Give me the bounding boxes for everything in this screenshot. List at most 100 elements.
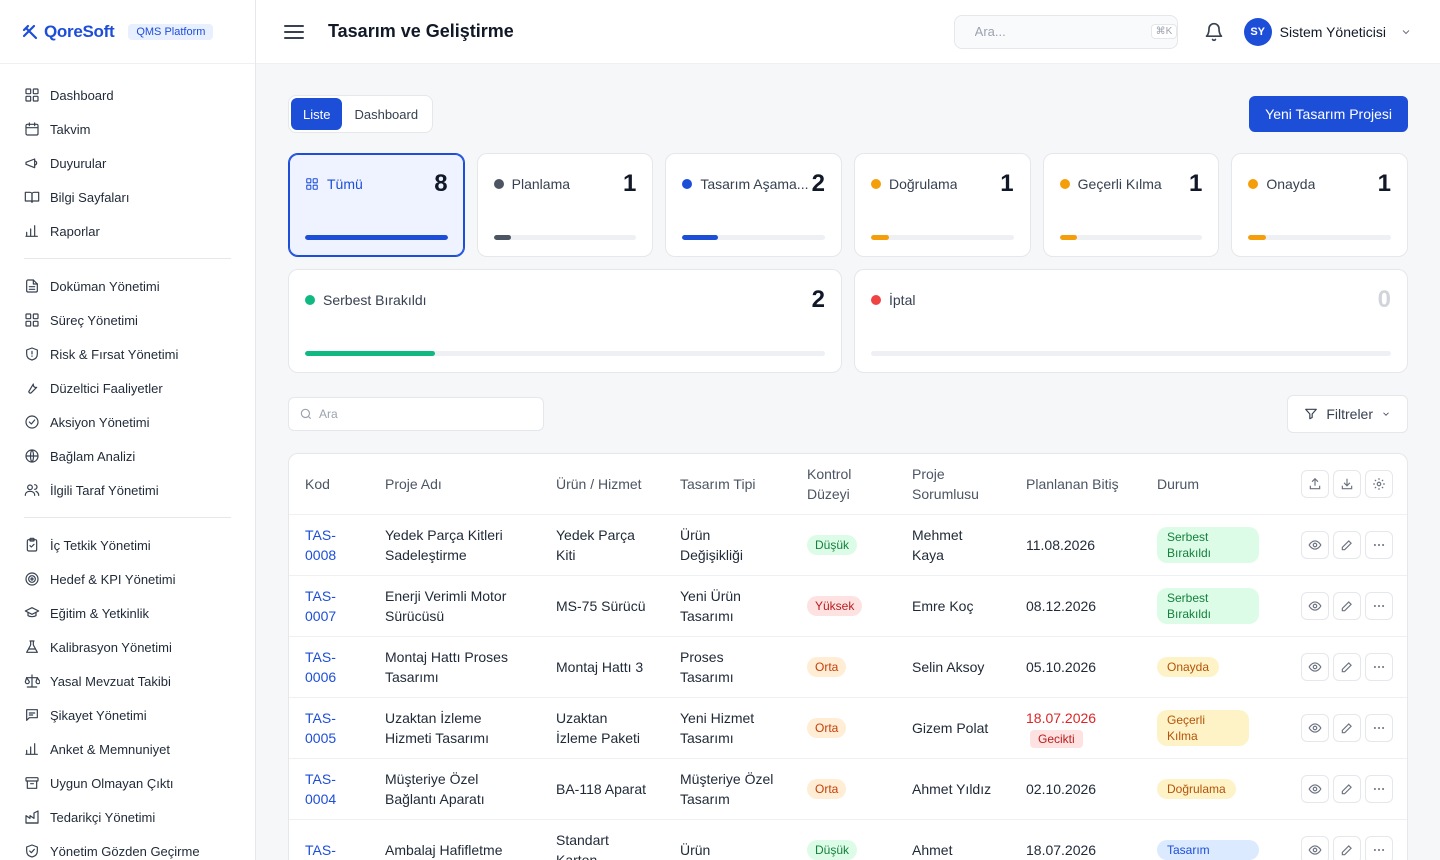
status-card-gecerli-kilma[interactable]: Geçerli Kılma 1 — [1042, 153, 1220, 257]
more-button[interactable] — [1365, 835, 1393, 860]
status-card-onayda[interactable]: Onayda 1 — [1231, 153, 1408, 257]
column-header-urun-hizmet[interactable]: Ürün / Hizmet — [540, 454, 664, 514]
edit-button[interactable] — [1333, 591, 1361, 620]
status-card-label: Tümü — [327, 176, 363, 192]
table-row[interactable]: TAS- Ambalaj Hafifletme Standart Karton Ürü… — [289, 818, 1407, 860]
bell-icon[interactable] — [1204, 22, 1224, 42]
project-code-link[interactable]: TAS-0006 — [289, 635, 369, 697]
column-header-proje-adi[interactable]: Proje Adı — [369, 454, 540, 514]
column-header-proje-sorumlusu[interactable]: Proje Sorumlusu — [896, 454, 1010, 514]
sidebar-item-bilgi-sayfalari[interactable]: Bilgi Sayfaları — [24, 180, 231, 214]
sidebar-item-egitim-yetkinlik[interactable]: Eğitim & Yetkinlik — [24, 596, 231, 630]
view-button[interactable] — [1301, 713, 1329, 742]
table-row[interactable]: TAS-0004 Müşteriye Özel Bağlantı Aparatı B… — [289, 757, 1407, 819]
project-code-link[interactable]: TAS-0005 — [289, 696, 369, 758]
control-level-cell: Orta — [791, 635, 896, 697]
status-card-dogrulama[interactable]: Doğrulama 1 — [854, 153, 1031, 257]
edit-button[interactable] — [1333, 774, 1361, 803]
status-summary-cards: Tümü 8 Planlama 1 Tasarım Aşama... 2 Doğrulama… — [288, 153, 1408, 257]
sidebar-item-raporlar[interactable]: Raporlar — [24, 214, 231, 248]
edit-button[interactable] — [1333, 835, 1361, 860]
tab-liste[interactable]: Liste — [291, 98, 343, 130]
new-design-project-button[interactable]: Yeni Tasarım Projesi — [1249, 96, 1408, 132]
sidebar-item-dokuman-yonetimi[interactable]: Doküman Yönetimi — [24, 269, 231, 303]
status-progress-fill — [1059, 235, 1078, 240]
sidebar-item-dashboard[interactable]: Dashboard — [24, 78, 231, 112]
column-header-durum[interactable]: Durum — [1141, 454, 1265, 514]
more-button[interactable] — [1365, 774, 1393, 803]
filters-button[interactable]: Filtreler — [1287, 395, 1408, 433]
user-menu[interactable]: SY Sistem Yöneticisi — [1243, 17, 1412, 46]
sidebar-item-hedef-kpi-yonetimi[interactable]: Hedef & KPI Yönetimi — [24, 562, 231, 596]
table-settings-button[interactable] — [1365, 469, 1393, 498]
project-code-link[interactable]: TAS-0008 — [289, 513, 369, 575]
column-header-kontrol-duzeyi[interactable]: Kontrol Düzeyi — [791, 454, 896, 514]
table-row[interactable]: TAS-0007 Enerji Verimli Motor Sürücüsü MS-… — [289, 574, 1407, 636]
status-card-iptal[interactable]: İptal 0 — [854, 269, 1408, 373]
sidebar-item-takvim[interactable]: Takvim — [24, 112, 231, 146]
status-cell: Doğrulama — [1141, 757, 1265, 819]
project-code-link[interactable]: TAS- — [289, 818, 369, 860]
column-header-kod[interactable]: Kod — [289, 454, 369, 514]
sidebar-item-anket-memnuniyet[interactable]: Anket & Memnuniyet — [24, 732, 231, 766]
table-search[interactable] — [288, 397, 544, 431]
control-level-badge: Yüksek — [807, 596, 863, 616]
tab-dashboard[interactable]: Dashboard — [342, 98, 430, 130]
sidebar-item-yonetim-gozden-gecirme[interactable]: Yönetim Gözden Geçirme — [24, 834, 231, 860]
sidebar-item-yasal-mevzuat-takibi[interactable]: Yasal Mevzuat Takibi — [24, 664, 231, 698]
view-button[interactable] — [1301, 774, 1329, 803]
edit-button[interactable] — [1333, 652, 1361, 681]
column-header-planlanan-bitis[interactable]: Planlanan Bitiş — [1010, 454, 1141, 514]
view-button[interactable] — [1301, 652, 1329, 681]
status-card-serbest-birakildi[interactable]: Serbest Bırakıldı 2 — [288, 269, 842, 373]
eye-icon — [1308, 600, 1322, 611]
more-button[interactable] — [1365, 530, 1393, 559]
project-name: Ambalaj Hafifletme — [369, 818, 540, 860]
column-header-tasarim-tipi[interactable]: Tasarım Tipi — [664, 454, 791, 514]
table-row[interactable]: TAS-0005 Uzaktan İzleme Hizmeti Tasarımı U… — [289, 696, 1407, 758]
status-dot — [493, 179, 504, 189]
project-owner: Selin Aksoy — [896, 635, 1010, 697]
sidebar-item-duyurular[interactable]: Duyurular — [24, 146, 231, 180]
view-button[interactable] — [1301, 530, 1329, 559]
edit-button[interactable] — [1333, 713, 1361, 742]
sidebar-item-kalibrasyon-yonetimi[interactable]: Kalibrasyon Yönetimi — [24, 630, 231, 664]
sidebar-item-ilgili-taraf-yonetimi[interactable]: İlgili Taraf Yönetimi — [24, 473, 231, 507]
bar-chart-icon — [25, 225, 38, 237]
sidebar-item-ic-tetkik-yonetimi[interactable]: İç Tetkik Yönetimi — [24, 528, 231, 562]
sidebar-item-tedarikci-yonetimi[interactable]: Tedarikçi Yönetimi — [24, 800, 231, 834]
project-code-link[interactable]: TAS-0004 — [289, 757, 369, 819]
project-code-link[interactable]: TAS-0007 — [289, 574, 369, 636]
sidebar-item-label: Duyurular — [50, 155, 107, 171]
menu-toggle-icon[interactable] — [284, 22, 304, 42]
status-card-tumu[interactable]: Tümü 8 — [288, 153, 465, 257]
status-progress-fill — [871, 235, 889, 240]
table-row[interactable]: TAS-0008 Yedek Parça Kitleri Sadeleştirme… — [289, 513, 1407, 575]
export-button[interactable] — [1301, 469, 1329, 498]
view-button[interactable] — [1301, 591, 1329, 620]
status-card-count: 2 — [811, 170, 825, 197]
sidebar-item-baglam-analizi[interactable]: Bağlam Analizi — [24, 439, 231, 473]
more-button[interactable] — [1365, 591, 1393, 620]
edit-button[interactable] — [1333, 530, 1361, 559]
eye-icon — [1308, 845, 1322, 855]
brand-logo[interactable]: QoreSoft — [20, 22, 115, 42]
sidebar-item-sikayet-yonetimi[interactable]: Şikayet Yönetimi — [24, 698, 231, 732]
global-search-input[interactable] — [974, 24, 1151, 39]
more-button[interactable] — [1365, 713, 1393, 742]
global-search[interactable]: ⌘K — [953, 14, 1178, 49]
sidebar-item-surec-yonetimi[interactable]: Süreç Yönetimi — [24, 303, 231, 337]
status-card-tasarim-asama[interactable]: Tasarım Aşama... 2 — [665, 153, 842, 257]
table-row[interactable]: TAS-0006 Montaj Hattı Proses Tasarımı Mont… — [289, 635, 1407, 697]
sidebar-item-aksiyon-yonetimi[interactable]: Aksiyon Yönetimi — [24, 405, 231, 439]
more-button[interactable] — [1365, 652, 1393, 681]
sidebar-item-uygun-olmayan-cikti[interactable]: Uygun Olmayan Çıktı — [24, 766, 231, 800]
sidebar-item-duzeltici-faaliyetler[interactable]: Düzeltici Faaliyetler — [24, 371, 231, 405]
status-card-planlama[interactable]: Planlama 1 — [476, 153, 654, 257]
import-button[interactable] — [1333, 469, 1361, 498]
table-search-input[interactable] — [319, 407, 533, 421]
status-badge: Serbest Bırakıldı — [1157, 526, 1259, 563]
sidebar-item-risk-firsat-yonetimi[interactable]: Risk & Fırsat Yönetimi — [24, 337, 231, 371]
view-button[interactable] — [1301, 835, 1329, 860]
sidebar-item-label: Risk & Fırsat Yönetimi — [50, 346, 179, 362]
